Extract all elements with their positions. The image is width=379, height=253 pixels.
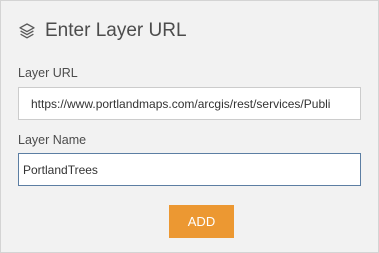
layer-name-label: Layer Name [18,133,87,147]
layer-url-input[interactable] [18,87,361,120]
layer-name-input[interactable] [18,153,361,186]
panel-title: Enter Layer URL [45,20,187,41]
layers-icon [19,23,35,39]
add-layer-panel: Enter Layer URL Layer URL Layer Name ADD [0,0,379,253]
layer-url-label: Layer URL [18,66,78,80]
panel-header: Enter Layer URL [18,17,187,45]
add-button[interactable]: ADD [169,205,234,238]
